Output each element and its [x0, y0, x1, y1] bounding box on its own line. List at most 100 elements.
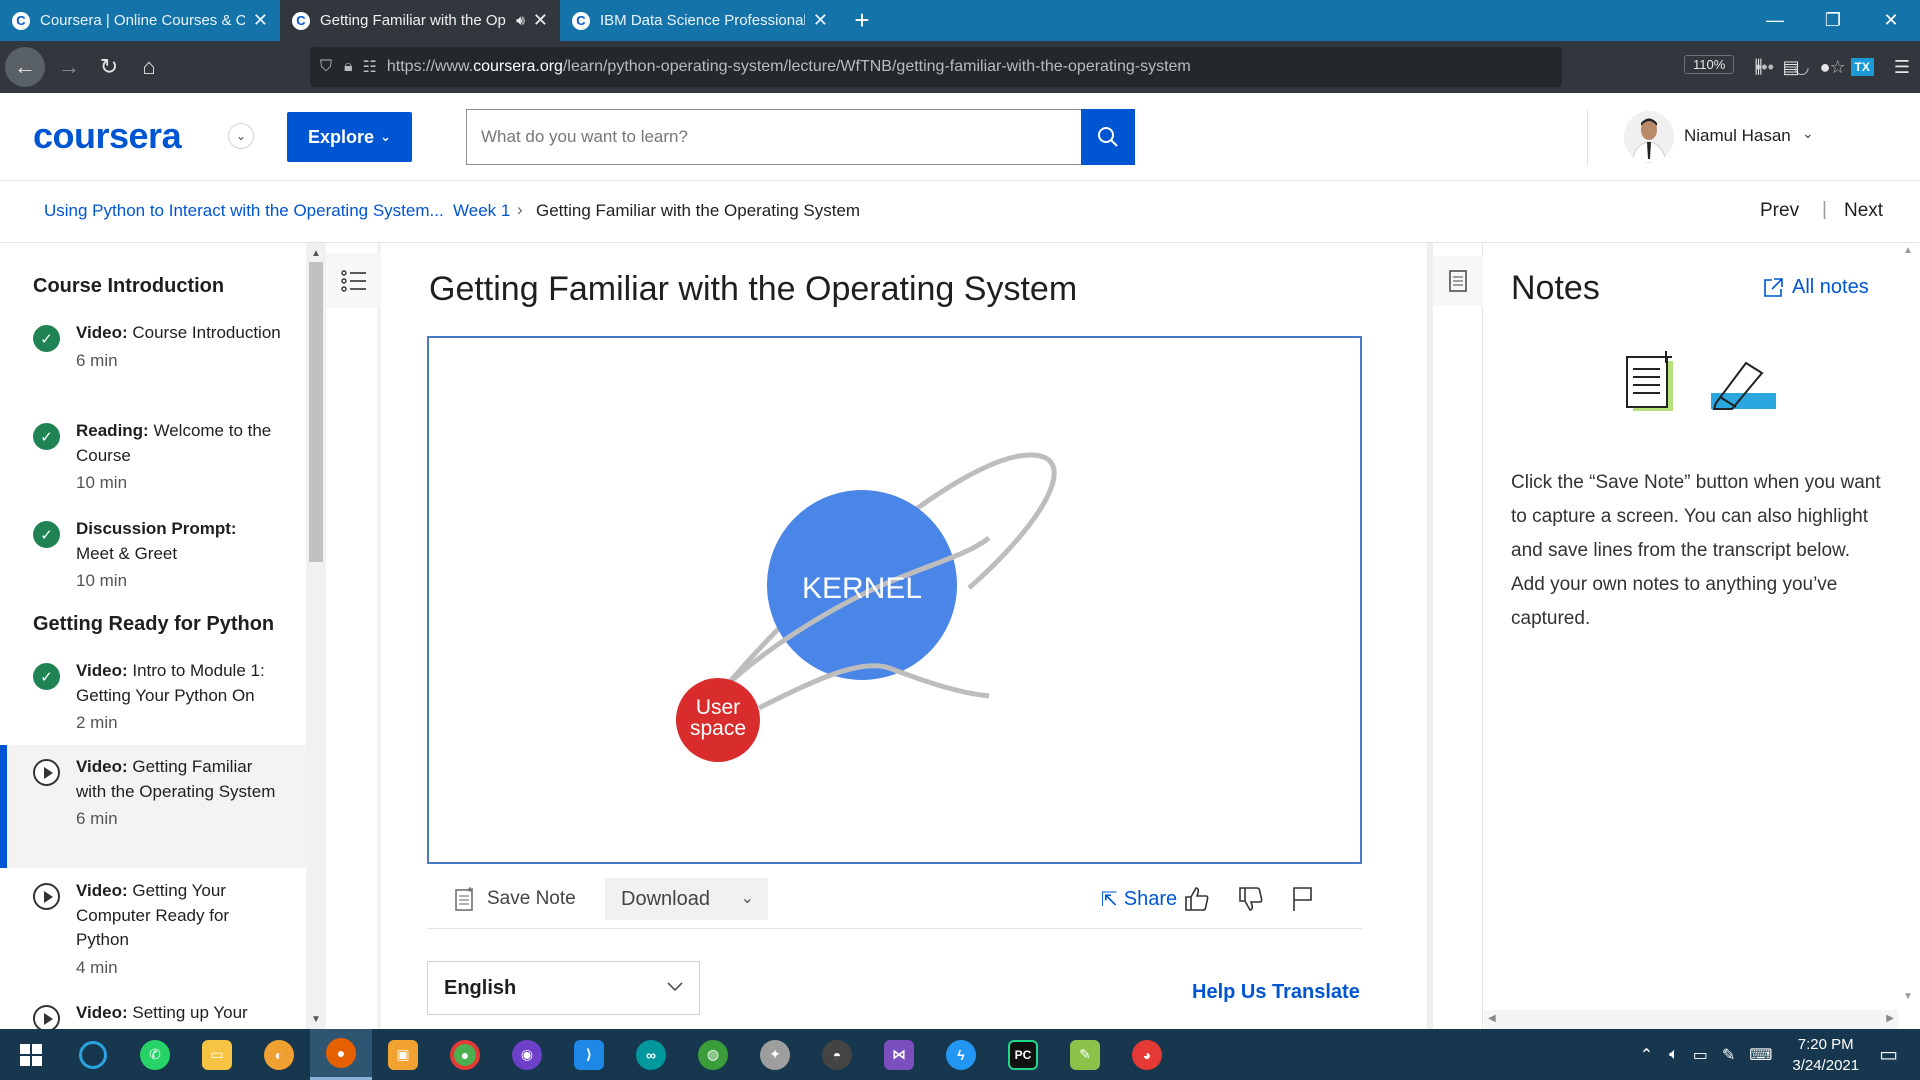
thumbs-down-button[interactable] — [1235, 883, 1267, 915]
photos-app-icon[interactable]: ▣ — [372, 1029, 434, 1080]
github-icon[interactable]: ◉ — [496, 1029, 558, 1080]
save-note-button[interactable]: Save Note — [455, 887, 576, 911]
windows-start-icon[interactable] — [0, 1029, 62, 1080]
keyboard-icon[interactable]: ⌨ — [1749, 1045, 1772, 1065]
notification-icon[interactable]: ▭ — [1879, 1042, 1898, 1067]
scrollbar-thumb[interactable] — [309, 262, 323, 562]
messenger-icon[interactable]: ϟ — [930, 1029, 992, 1080]
sidebar-scrollbar[interactable]: ▲ ▼ — [306, 243, 326, 1029]
scroll-up-icon[interactable]: ▲ — [1903, 245, 1913, 256]
home-icon[interactable]: ⌂ — [129, 47, 169, 87]
chevron-down-icon[interactable]: ⌄ — [228, 123, 254, 149]
sidebar-toggle-icon[interactable]: ▤ — [1783, 57, 1800, 78]
scroll-up-icon[interactable]: ▲ — [306, 245, 326, 261]
permissions-icon[interactable]: ☷ — [363, 57, 377, 77]
address-bar[interactable]: ⛉ 🔒︎ ☷ https://www. coursera.org/learn/py… — [310, 47, 1846, 87]
outline-item[interactable]: ✓ Video: Intro to Module 1: Getting Your… — [0, 659, 306, 739]
firefox-icon[interactable]: ● — [310, 1029, 372, 1080]
browser-tab-active[interactable]: C Getting Familiar with the Op 🔊︎ ✕ — [280, 0, 560, 41]
help-translate-link[interactable]: Help Us Translate — [1192, 981, 1360, 1004]
outline-item[interactable]: Video: Getting Your Computer Ready for P… — [0, 879, 306, 979]
item-duration: 10 min — [76, 571, 128, 590]
course-outline-sidebar: Course Introduction ✓ Video: Course Intr… — [0, 243, 306, 1029]
chevron-up-icon[interactable]: ⌃ — [1640, 1045, 1653, 1065]
scroll-down-icon[interactable]: ▼ — [306, 1011, 326, 1027]
app-icon[interactable]: ✦ — [744, 1029, 806, 1080]
scroll-down-icon[interactable]: ▼ — [1903, 991, 1913, 1002]
account-icon[interactable]: ● — [1820, 57, 1831, 78]
library-icon[interactable]: ⫼ — [1754, 57, 1762, 78]
volume-icon[interactable]: 🔈︎ — [1669, 1046, 1679, 1064]
outline-item[interactable]: ✓ Video: Course Introduction 6 min — [0, 321, 306, 401]
pycharm-icon[interactable]: PC — [992, 1029, 1054, 1080]
avatar[interactable] — [1624, 111, 1674, 163]
breadcrumb-course-link[interactable]: Using Python to Interact with the Operat… — [44, 201, 444, 221]
outline-item[interactable]: ✓ Discussion Prompt: Meet & Greet 10 min — [0, 517, 306, 597]
search-icon — [1098, 127, 1118, 147]
close-window-icon[interactable]: ✕ — [1862, 0, 1920, 41]
outline-item[interactable]: ✓ Reading: Welcome to the Course 10 min — [0, 419, 306, 499]
chrome-icon[interactable]: ● — [434, 1029, 496, 1080]
file-explorer-icon[interactable]: ▭ — [186, 1029, 248, 1080]
share-button[interactable]: ⇱ Share — [1101, 887, 1177, 912]
thumbs-up-button[interactable] — [1181, 883, 1213, 915]
notes-scrollbar[interactable]: ▲ ▼ — [1898, 243, 1920, 1029]
pen-icon[interactable]: ✎ — [1722, 1045, 1735, 1065]
forward-arrow-icon[interactable]: → — [49, 47, 89, 87]
scroll-right-icon[interactable]: ▶ — [1886, 1013, 1894, 1024]
tab-title: Getting Familiar with the Op — [320, 12, 506, 29]
user-name[interactable]: Niamul Hasan — [1684, 126, 1791, 146]
notepad-app-icon[interactable]: ✎ — [1054, 1029, 1116, 1080]
language-select[interactable]: English — [427, 961, 700, 1015]
coursera-logo[interactable]: coursera — [33, 115, 182, 157]
whatsapp-icon[interactable]: ✆ — [124, 1029, 186, 1080]
explore-button[interactable]: Explore ⌄ — [287, 112, 412, 162]
notes-horizontal-scrollbar[interactable]: ◀ ▶ — [1484, 1010, 1898, 1029]
outline-item-current[interactable]: Video: Getting Familiar with the Operati… — [0, 745, 306, 868]
search-app-icon[interactable] — [62, 1029, 124, 1080]
anaconda-app-icon[interactable]: ◓ — [806, 1029, 868, 1080]
restore-icon[interactable]: ❐ — [1804, 0, 1862, 41]
new-tab-button[interactable]: + — [840, 0, 884, 41]
taskbar-clock[interactable]: 7:20 PM 3/24/2021 — [1792, 1034, 1859, 1076]
notes-toggle-button[interactable] — [1433, 256, 1483, 306]
close-tab-icon[interactable]: ✕ — [533, 10, 548, 31]
chevron-down-icon[interactable]: ⌄ — [1802, 125, 1814, 142]
breadcrumb-week-link[interactable]: Week 1 — [453, 201, 510, 221]
speaker-icon[interactable]: 🔊︎ — [516, 12, 525, 29]
arduino-icon[interactable]: ∞ — [620, 1029, 682, 1080]
item-title: Meet & Greet — [76, 543, 178, 563]
vscode-icon[interactable]: ⟩ — [558, 1029, 620, 1080]
minimize-icon[interactable]: — — [1746, 0, 1804, 41]
item-type: Reading: — [76, 421, 149, 440]
search-button[interactable] — [1081, 109, 1135, 165]
next-link[interactable]: Next — [1844, 200, 1883, 222]
report-flag-button[interactable] — [1287, 883, 1319, 915]
extension-icon[interactable]: TX — [1850, 58, 1874, 76]
tor-browser-icon[interactable]: ◐ — [248, 1029, 310, 1080]
scroll-left-icon[interactable]: ◀ — [1488, 1013, 1496, 1024]
all-notes-link[interactable]: All notes — [1762, 276, 1869, 299]
owl-app-icon[interactable]: ◕ — [1116, 1029, 1178, 1080]
video-player[interactable]: KERNEL User space — [427, 336, 1362, 864]
menu-icon[interactable]: ☰ — [1894, 57, 1910, 78]
network-icon[interactable]: ▭ — [1693, 1045, 1708, 1065]
zoom-level[interactable]: 110% — [1684, 55, 1735, 74]
search-input[interactable]: What do you want to learn? — [466, 109, 1081, 165]
download-dropdown[interactable]: Download ⌄ — [605, 878, 768, 920]
back-arrow-icon[interactable]: ← — [5, 47, 45, 87]
outline-toggle-button[interactable] — [326, 253, 381, 308]
site-header: coursera ⌄ Explore ⌄ What do you want to… — [0, 93, 1920, 181]
close-tab-icon[interactable]: ✕ — [253, 10, 268, 31]
visual-studio-icon[interactable]: ⋈ — [868, 1029, 930, 1080]
outline-item[interactable]: Video: Setting up Your — [0, 1001, 306, 1029]
close-tab-icon[interactable]: ✕ — [813, 10, 828, 31]
reload-icon[interactable]: ↻ — [89, 47, 129, 87]
lock-icon[interactable]: 🔒︎ — [344, 58, 353, 76]
prev-link[interactable]: Prev — [1760, 200, 1799, 222]
browser-tab[interactable]: C Coursera | Online Courses & Cr ✕ — [0, 0, 280, 41]
shield-icon[interactable]: ⛉ — [320, 58, 332, 76]
system-tray: ⌃ 🔈︎ ▭ ✎ ⌨ 7:20 PM 3/24/2021 ▭ — [1640, 1029, 1920, 1080]
browser-tab[interactable]: C IBM Data Science Professional ✕ — [560, 0, 840, 41]
globe-app-icon[interactable]: ◍ — [682, 1029, 744, 1080]
